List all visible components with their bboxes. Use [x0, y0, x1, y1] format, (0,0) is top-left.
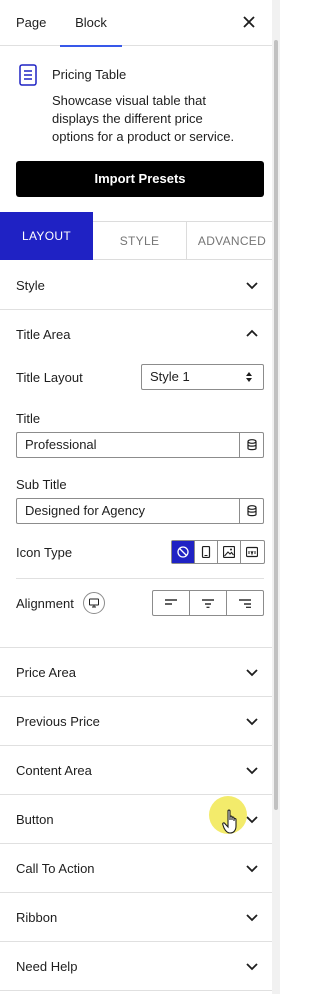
- image-icon: [223, 546, 235, 558]
- title-layout-label: Title Layout: [16, 370, 83, 385]
- tab-block[interactable]: Block: [60, 0, 122, 47]
- align-center-button[interactable]: [190, 591, 227, 615]
- pricing-table-icon: [19, 64, 37, 86]
- desktop-icon: [89, 598, 99, 608]
- svg-icon: [246, 546, 258, 558]
- title-layout-select[interactable]: Style 1: [141, 364, 264, 390]
- panel-price-area[interactable]: Price Area: [0, 648, 272, 697]
- settings-tabs: LAYOUT STYLE ADVANCED: [0, 212, 278, 260]
- align-left-button[interactable]: [153, 591, 190, 615]
- align-left-icon: [165, 599, 177, 605]
- panel-title-area[interactable]: Title Area: [0, 310, 272, 359]
- align-center-icon: [202, 599, 214, 608]
- sub-title-input[interactable]: Designed for Agency: [16, 498, 240, 524]
- device-icon: [201, 546, 211, 558]
- panel-label: Ribbon: [16, 910, 58, 925]
- block-title: Pricing Table: [52, 67, 127, 82]
- panel-label: Price Area: [16, 665, 76, 680]
- database-icon: [247, 439, 257, 451]
- chevron-down-icon: [246, 963, 258, 971]
- import-presets-button[interactable]: Import Presets: [16, 161, 264, 197]
- panel-label: Button: [16, 812, 54, 827]
- panel-label: Need Help: [16, 959, 78, 974]
- chevron-down-icon: [246, 816, 258, 824]
- sub-title-label: Sub Title: [16, 477, 67, 492]
- select-arrows-icon: [246, 372, 252, 382]
- chevron-down-icon: [246, 865, 258, 873]
- align-right-button[interactable]: [227, 591, 263, 615]
- title-input[interactable]: Professional: [16, 432, 240, 458]
- align-right-icon: [239, 599, 251, 608]
- alignment-label: Alignment: [16, 596, 74, 611]
- icon-type-buttons: [171, 540, 265, 564]
- chevron-up-icon: [246, 329, 258, 337]
- chevron-down-icon: [246, 914, 258, 922]
- panel-label: Style: [16, 278, 45, 293]
- panel-label: Content Area: [16, 763, 92, 778]
- panel-content-area[interactable]: Content Area: [0, 746, 272, 795]
- sidebar-header: Page Block: [0, 0, 272, 47]
- tab-page[interactable]: Page: [16, 0, 46, 46]
- title-dynamic-button[interactable]: [239, 432, 264, 458]
- chevron-down-icon: [246, 767, 258, 775]
- title-layout-value: Style 1: [150, 369, 190, 384]
- block-description: Showcase visual table that displays the …: [52, 93, 235, 144]
- icon-type-device-button[interactable]: [195, 541, 218, 563]
- database-icon: [247, 505, 257, 517]
- hand-cursor-icon: [222, 809, 237, 834]
- panel-ribbon[interactable]: Ribbon: [0, 893, 272, 942]
- alignment-buttons: [152, 590, 264, 616]
- none-icon: [177, 546, 189, 558]
- chevron-down-icon: [246, 669, 258, 677]
- close-icon[interactable]: [242, 14, 256, 30]
- panel-style[interactable]: Style: [0, 261, 272, 310]
- chevron-down-icon: [246, 282, 258, 290]
- panel-label: Title Area: [16, 327, 71, 342]
- panel-label: Previous Price: [16, 714, 100, 729]
- panel-previous-price[interactable]: Previous Price: [0, 697, 272, 746]
- icon-type-none-button[interactable]: [172, 541, 195, 563]
- panel-need-help[interactable]: Need Help: [0, 942, 272, 991]
- icon-type-image-button[interactable]: [218, 541, 241, 563]
- sub-title-dynamic-button[interactable]: [239, 498, 264, 524]
- tab-layout[interactable]: LAYOUT: [0, 212, 93, 260]
- responsive-device-button[interactable]: [83, 592, 105, 614]
- panel-call-to-action[interactable]: Call To Action: [0, 844, 272, 893]
- scrollbar[interactable]: [272, 0, 280, 994]
- icon-type-svg-button[interactable]: [241, 541, 264, 563]
- tab-style[interactable]: STYLE: [93, 221, 187, 260]
- title-label: Title: [16, 411, 41, 426]
- divider: [16, 578, 264, 579]
- tab-advanced[interactable]: ADVANCED: [186, 221, 278, 260]
- icon-type-label: Icon Type: [16, 545, 73, 560]
- scrollbar-thumb[interactable]: [274, 40, 278, 810]
- chevron-down-icon: [246, 718, 258, 726]
- panel-label: Call To Action: [16, 861, 95, 876]
